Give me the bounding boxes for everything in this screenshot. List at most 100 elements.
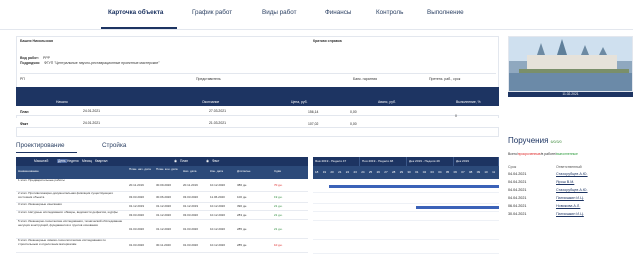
task-name: 5 этап. Инженерно-технические исследован…: [18, 219, 123, 227]
col-start: Нач. дата: [183, 169, 197, 173]
work-type-value: РРР: [43, 56, 51, 60]
radio-icon[interactable]: ◉: [174, 159, 177, 163]
assignment-date: 30.04.2021: [508, 212, 527, 216]
tab-completion[interactable]: Выполнение: [427, 9, 464, 16]
gantt-bar[interactable]: [329, 184, 499, 188]
shift-value: 10 дн.: [274, 243, 283, 247]
tab-design[interactable]: Проектирование: [16, 142, 65, 149]
stage-tabs: Проектирование Стройка: [16, 140, 499, 154]
table-row-plan: План 24.01.2021 27.03.2021 156,14 0,00: [16, 106, 499, 116]
assignment-responsible-link[interactable]: Стахорубцев А.Ю.: [556, 172, 588, 176]
tab-finance[interactable]: Финансы: [325, 9, 351, 16]
scale-label: Масштаб:: [34, 159, 50, 163]
radio-icon[interactable]: ◉: [206, 159, 209, 163]
gantt-day-label: 30: [407, 170, 411, 174]
plan-start-date: 03.03.2020: [129, 194, 145, 199]
gantt-day-label: 18: [315, 170, 319, 174]
filter-done[interactable]: выполненные: [556, 152, 578, 156]
assignment-responsible-link[interactable]: Панчишкин И.Ц.: [556, 212, 584, 216]
top-navigation: Карточка объекта График работ Виды работ…: [0, 0, 633, 30]
active-subtab-indicator: [16, 152, 77, 153]
plan-end: 27.03.2021: [209, 109, 226, 113]
gantt-day-label: 08: [469, 170, 473, 174]
table-row-fact: Факт 24.01.2021 21.03.2021 107,02 0,00: [16, 118, 499, 128]
week-header: Дек 2019 - Неделя 49: [407, 157, 454, 166]
object-photo[interactable]: [508, 36, 633, 92]
gantt-chart: Янв 2019 - Неделя 47 Ноя 2019 - Неделя 4…: [313, 157, 499, 277]
tab-object-card[interactable]: Карточка объекта: [108, 9, 163, 16]
filter-all[interactable]: Всего/: [508, 152, 518, 156]
plan-end-date: 30.11.2020: [156, 243, 171, 247]
table-row[interactable]: 5 этап. Инженерно-технические исследован…: [16, 219, 308, 239]
gantt-row-line: [313, 220, 499, 221]
col-end: Кон. дата: [210, 169, 224, 173]
completion-value: 0: [455, 114, 457, 118]
table-row[interactable]: 6 этап. Инженерные химико-технологически…: [16, 238, 308, 253]
plan-radio[interactable]: План: [180, 159, 188, 163]
gantt-day-label: 06: [453, 170, 457, 174]
plan-start-date: 01.03.2020: [129, 226, 145, 231]
filter-overdue[interactable]: просроченные: [518, 152, 541, 156]
fact-radio[interactable]: Факт: [212, 159, 219, 163]
tab-control[interactable]: Контроль: [376, 9, 403, 16]
gantt-day-label: 01: [415, 170, 419, 174]
gantt-row-line: [313, 203, 499, 204]
plan-start-date: 01.03.2020: [129, 243, 145, 247]
col-plan-start: План. нач. дата: [129, 167, 151, 171]
shift-value: 21 дн.: [274, 204, 283, 208]
fact-end: 21.03.2021: [209, 121, 226, 125]
grid-toolbar: Масштаб: День Неделя Месяц Квартал ◉ Пла…: [16, 157, 308, 166]
brief-label[interactable]: Краткая справка: [313, 39, 342, 43]
duration: 100 дн.: [237, 194, 248, 199]
assignments-title: Поручения 6/0/3/0: [508, 136, 562, 145]
gantt-day-label: 19: [322, 170, 327, 174]
col-completion: Выполнение, %: [456, 100, 481, 104]
task-name: 1 этап. Предварительные работы: [18, 178, 65, 182]
assignment-responsible-link[interactable]: Новикова А.Л.: [556, 204, 580, 208]
assignments-filter: Всего/просроченные/в работе/выполненные: [508, 152, 578, 156]
end-date: 10.12.2020: [210, 243, 226, 247]
assignment-responsible-link[interactable]: Ярош В.М.: [556, 180, 574, 184]
contractor-label: Подрядчик:: [20, 61, 41, 65]
gantt-day-label: 05: [445, 170, 450, 174]
gantt-row-line: [313, 253, 499, 254]
assignment-responsible-link[interactable]: Панчишкин И.Ц.: [556, 196, 584, 200]
shift-value: 19 дн.: [274, 194, 283, 199]
scale-quarter-button[interactable]: Квартал: [95, 159, 107, 163]
end-date: 10.12.2020: [210, 204, 226, 208]
scale-day-button[interactable]: День: [57, 159, 67, 163]
object-title: Башня Никольская: [20, 39, 54, 43]
col-end: Окончание: [202, 100, 220, 104]
gantt-day-label: 26: [376, 170, 380, 174]
scale-week-button[interactable]: Неделя: [67, 159, 79, 163]
plan-end-date: 31.12.2020: [156, 204, 172, 208]
shift-value: 21 дн.: [274, 212, 283, 217]
tab-construction[interactable]: Стройка: [102, 142, 126, 149]
start-date: 01.03.2020: [183, 243, 199, 247]
gantt-day-label: 04: [438, 170, 442, 174]
task-name: 4 этап. Натурные исследования: обмеры, в…: [18, 210, 118, 214]
rp-label: РП: [20, 77, 25, 81]
row-label: План: [20, 110, 29, 114]
start-date: 01.12.2019: [183, 204, 199, 208]
end-date: 10.12.2020: [210, 182, 226, 187]
assignment-responsible-link[interactable]: Стахорубцев А.Ю.: [556, 188, 588, 192]
col-responsible: Ответственный: [556, 165, 582, 169]
gantt-day-label: 02: [422, 170, 427, 174]
gantt-days-header: 18 19 20 21 22 23 24 25 26 27 28 29 30 01 02 03 04 05 06 07…: [313, 166, 499, 179]
plan-start-date: 01.12.2019: [129, 204, 145, 208]
tab-work-types[interactable]: Виды работ: [262, 9, 297, 16]
col-shift: Сдви: [274, 169, 282, 173]
representative-label: Представитель: [196, 77, 221, 81]
tab-work-schedule[interactable]: График работ: [192, 9, 232, 16]
scale-month-button[interactable]: Месяц: [82, 159, 92, 163]
filter-in-progress[interactable]: /в работе/: [541, 152, 557, 156]
shift-value: 70 дн.: [274, 182, 283, 187]
contractor-value: ФГУП "Центральные научно-реставрационные…: [44, 61, 160, 65]
plan-end-date: 30.06.2020: [156, 194, 172, 199]
gantt-bar[interactable]: [416, 206, 499, 209]
plan-price: 156,14: [308, 110, 319, 114]
assignment-date: 06.04.2021: [508, 204, 527, 208]
col-deadline: Срок: [508, 165, 517, 169]
week-header: Янв 2019 - Неделя 47: [313, 157, 360, 166]
